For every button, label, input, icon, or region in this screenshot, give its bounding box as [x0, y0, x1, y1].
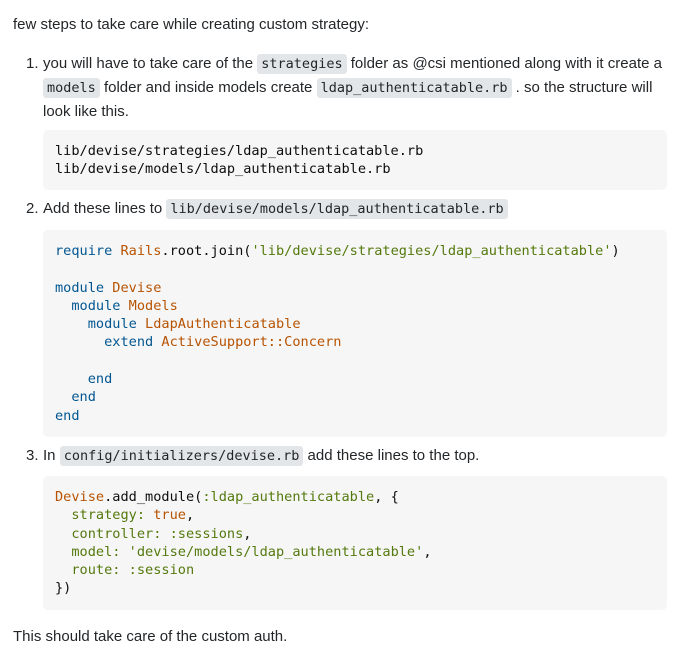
code-token: .root.join(: [161, 243, 252, 259]
code-token: ,: [423, 543, 432, 560]
outro-text: This should take care of the custom auth…: [13, 628, 288, 645]
text-run: add these lines to the top.: [303, 447, 480, 464]
code-token: Devise: [55, 489, 105, 505]
code-token: end: [71, 389, 96, 406]
inline-code: models: [43, 78, 100, 98]
code-token: Devise: [112, 279, 162, 296]
code-token: .add_module(: [104, 489, 203, 505]
step-1-text: you will have to take care of the strate…: [43, 52, 668, 123]
text-run: folder as @csi mentioned along with it c…: [346, 55, 662, 72]
code-token: :session: [128, 562, 195, 579]
step-number: 1.: [26, 55, 39, 72]
code-token: controller:: [71, 525, 162, 542]
code-block-structure: lib/devise/strategies/ldap_authenticatab…: [43, 130, 667, 190]
text-run: folder and inside models create: [99, 79, 317, 96]
code-token: model:: [71, 543, 121, 560]
code-token: module: [71, 297, 121, 314]
code-token: :sessions: [169, 525, 244, 542]
code-block-model: require Rails.root.join('lib/devise/stra…: [43, 230, 667, 437]
code-token: 'devise/models/ldap_authenticatable': [128, 543, 424, 560]
code-line: lib/devise/models/ldap_authenticatable.r…: [55, 161, 391, 178]
step-2-text: Add these lines to lib/devise/models/lda…: [43, 197, 668, 221]
text-run: Add these lines to: [43, 200, 167, 217]
code-token: extend: [104, 334, 154, 351]
code-token: , {: [374, 489, 399, 505]
code-block-initializer: Devise.add_module(:ldap_authenticatable,…: [43, 476, 667, 610]
code-token: end: [87, 371, 113, 388]
code-token: require: [55, 243, 113, 259]
code-token: 'lib/devise/strategies/ldap_authenticata…: [251, 243, 612, 259]
step-number: 3.: [26, 447, 39, 464]
code-token: module: [87, 316, 137, 333]
answer-post: few steps to take care while creating cu…: [0, 0, 692, 656]
code-line: lib/devise/strategies/ldap_authenticatab…: [55, 143, 424, 159]
step-3-text: In config/initializers/devise.rb add the…: [43, 444, 668, 468]
code-token: Rails: [120, 243, 162, 259]
intro-text: few steps to take care while creating cu…: [13, 16, 369, 33]
code-token: strategy:: [71, 507, 146, 524]
code-token: ActiveSupport::Concern: [161, 334, 342, 351]
inline-code: strategies: [257, 54, 347, 74]
text-run: you will have to take care of the: [43, 55, 258, 72]
code-token: module: [55, 279, 105, 296]
code-token: :ldap_authenticatable: [202, 489, 375, 505]
code-token: ): [611, 243, 620, 259]
inline-code: config/initializers/devise.rb: [59, 446, 304, 466]
text-run: In: [43, 447, 60, 464]
code-token: route:: [71, 562, 121, 579]
code-token: LdapAuthenticatable: [145, 316, 301, 333]
inline-code: ldap_authenticatable.rb: [316, 78, 512, 98]
code-token: }): [55, 580, 72, 597]
step-number: 2.: [26, 200, 39, 217]
code-token: true: [153, 507, 186, 524]
code-token: ,: [185, 507, 195, 524]
code-token: ,: [243, 525, 252, 542]
code-token: Models: [128, 297, 178, 314]
code-token: end: [55, 407, 80, 424]
inline-code: lib/devise/models/ldap_authenticatable.r…: [166, 199, 508, 219]
